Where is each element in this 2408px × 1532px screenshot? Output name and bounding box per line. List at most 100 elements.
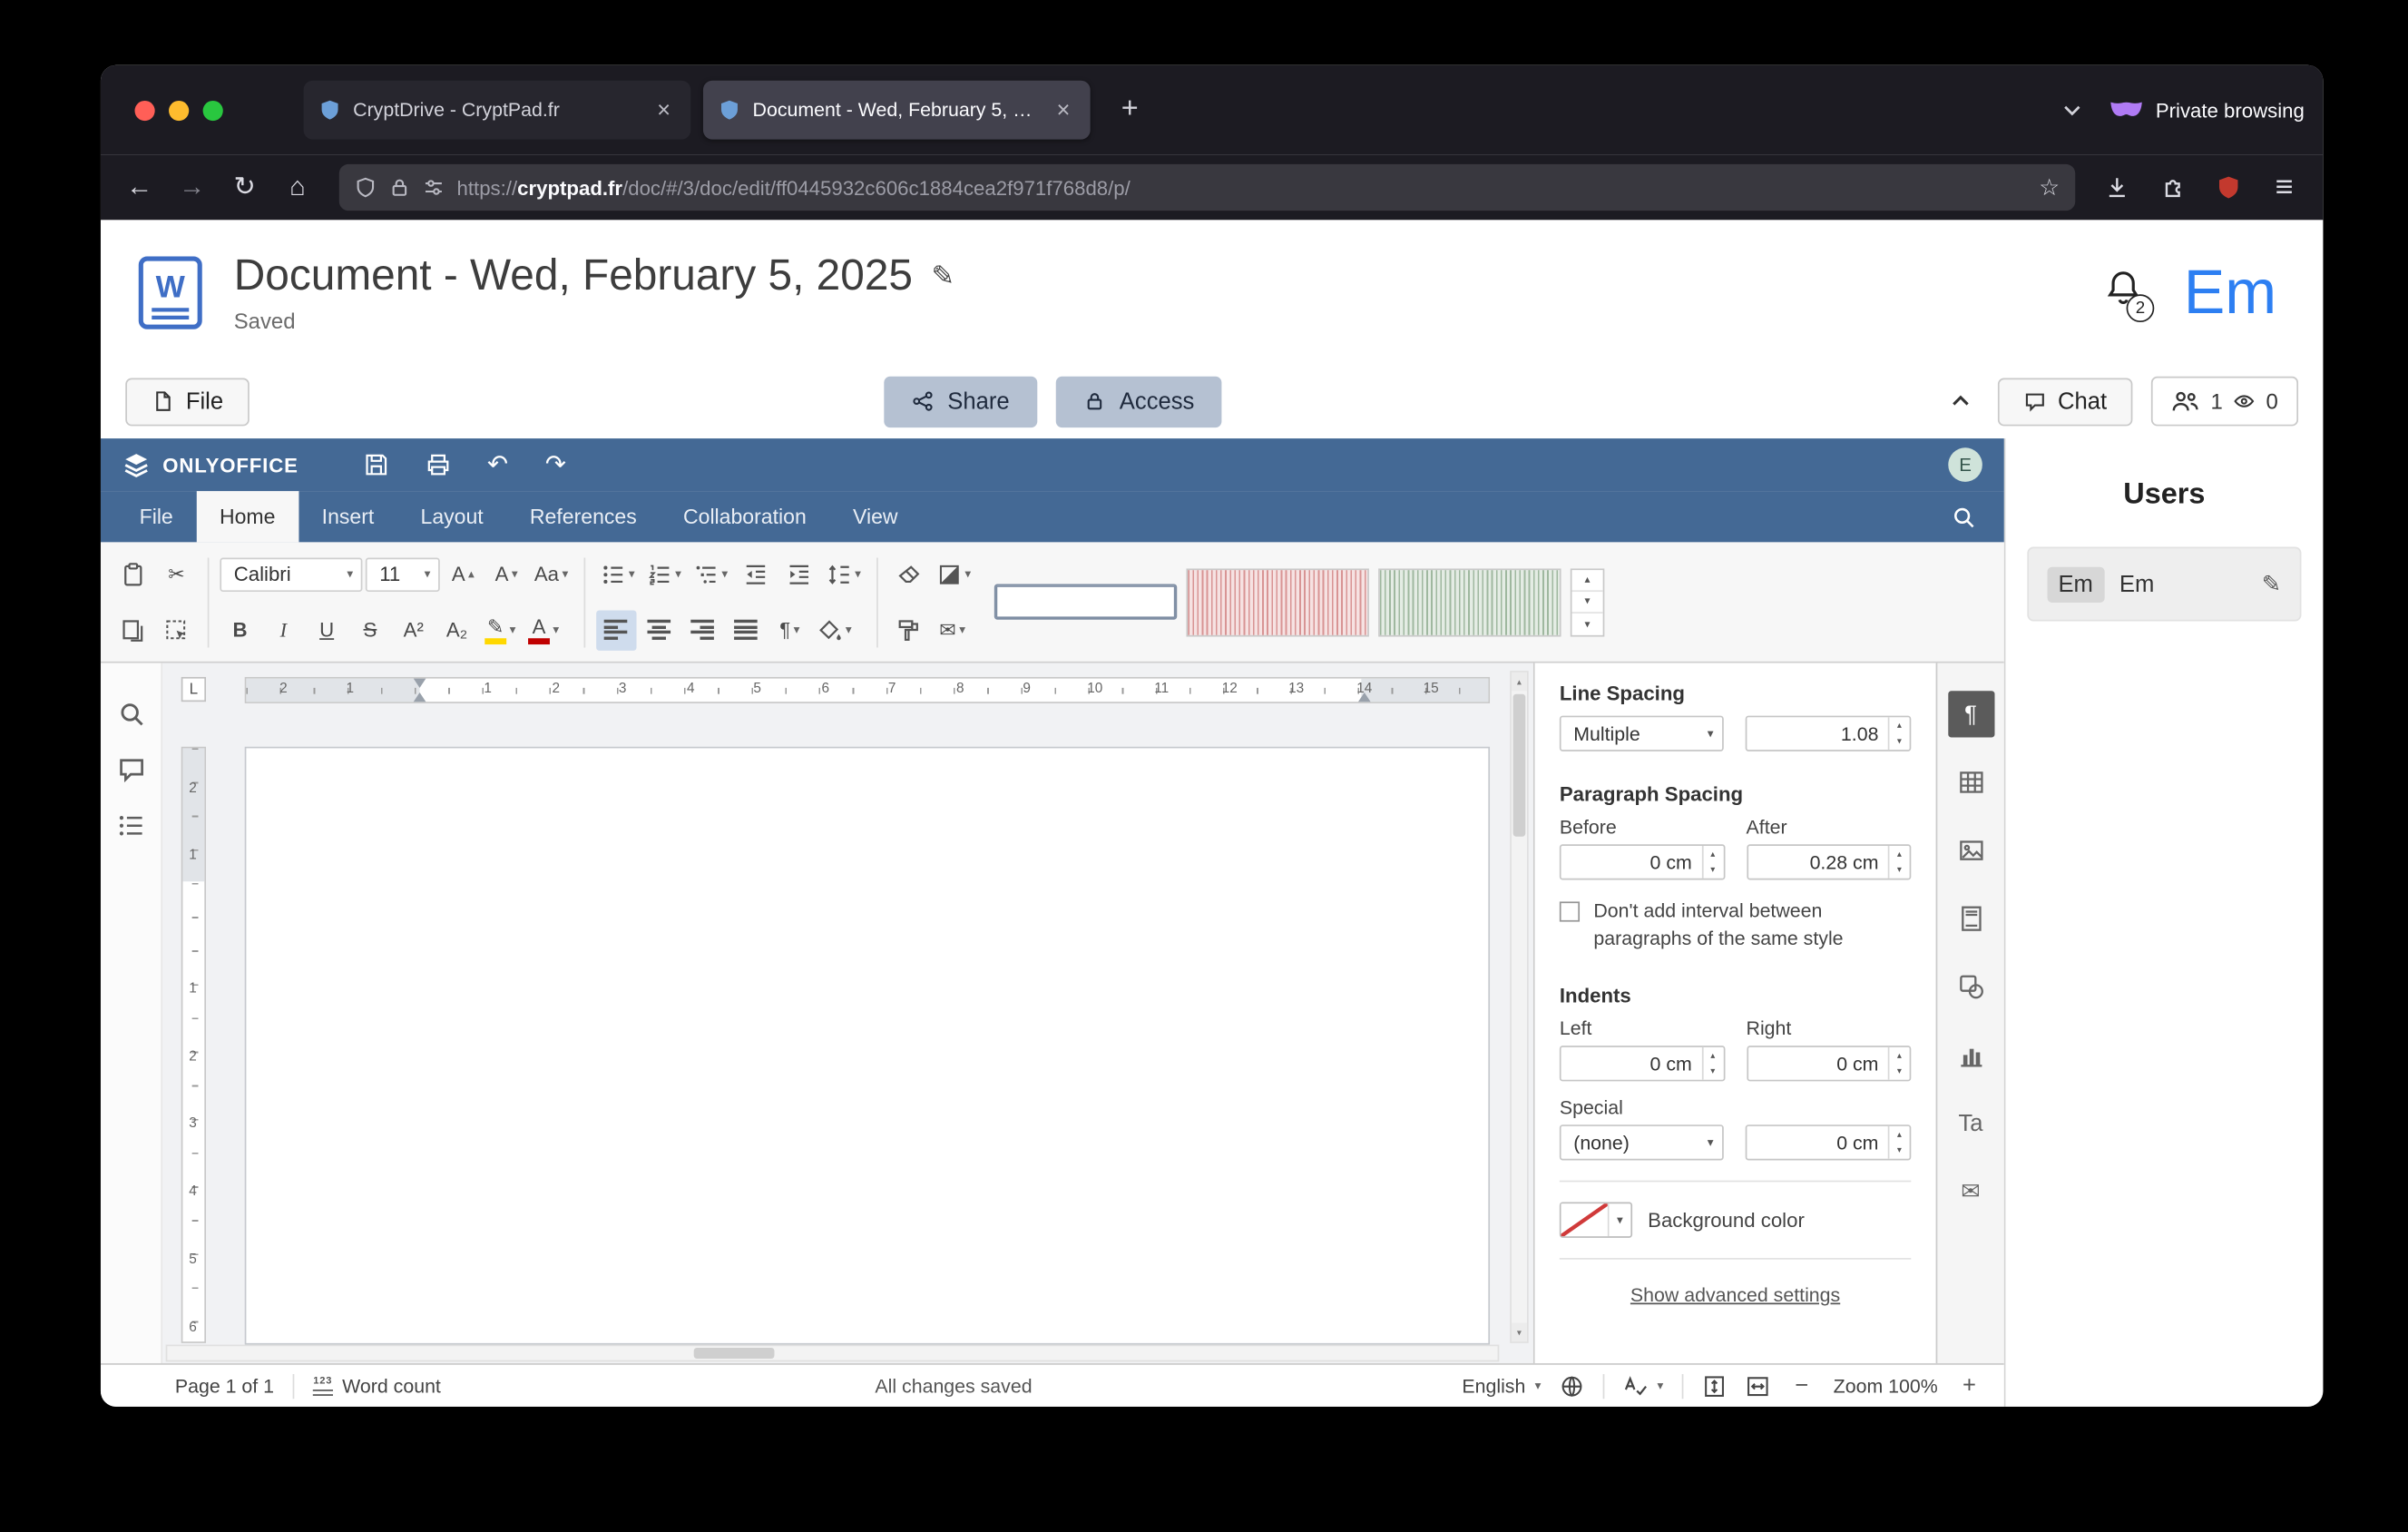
scroll-up-arrow[interactable]: ▴ [1512, 673, 1527, 691]
word-count-button[interactable]: 123 Word count [313, 1375, 441, 1397]
indent-left-spinner[interactable]: 0 cm ▴▾ [1560, 1046, 1725, 1081]
background-color-button[interactable]: ▾ [1560, 1203, 1632, 1238]
spinner-up-icon[interactable]: ▴ [1889, 1126, 1909, 1143]
right-indent-marker[interactable] [1358, 686, 1371, 702]
mail-merge-button[interactable]: ✉▾ [933, 610, 973, 650]
spacing-before-spinner[interactable]: 0 cm ▴▾ [1560, 844, 1725, 879]
list-all-tabs-chevron-icon[interactable] [2060, 98, 2084, 123]
decrease-font-button[interactable]: A▾ [486, 554, 526, 594]
menu-button[interactable]: ≡ [2261, 166, 2307, 210]
fit-page-button[interactable] [1702, 1373, 1727, 1398]
spinner-down-icon[interactable]: ▾ [1889, 1064, 1909, 1080]
text-art-settings-icon[interactable]: Ta [1947, 1100, 1993, 1146]
undo-icon[interactable]: ↶ [487, 449, 508, 480]
document-language-button[interactable] [1560, 1373, 1584, 1398]
tab-stop-selector[interactable]: L [181, 677, 206, 702]
subscript-button[interactable]: A₂ [436, 610, 476, 650]
spinner-down-icon[interactable]: ▾ [1889, 862, 1909, 879]
spinner-up-icon[interactable]: ▴ [1703, 1047, 1723, 1064]
menu-tab-view[interactable]: View [829, 491, 921, 542]
style-preview-no-spacing[interactable] [1186, 568, 1368, 636]
shape-settings-icon[interactable] [1947, 964, 1993, 1010]
line-spacing-button[interactable]: ▾ [822, 554, 866, 594]
spinner-down-icon[interactable]: ▾ [1889, 1143, 1909, 1159]
access-button[interactable]: Access [1056, 376, 1222, 427]
align-right-button[interactable] [683, 610, 723, 650]
tab-close-icon[interactable]: × [1052, 97, 1074, 123]
table-settings-icon[interactable] [1947, 759, 1993, 805]
menu-tab-layout[interactable]: Layout [397, 491, 506, 542]
decrease-indent-button[interactable] [736, 554, 776, 594]
tab-cryptdrive[interactable]: CryptDrive - CryptPad.fr × [304, 81, 691, 140]
cut-button[interactable]: ✂ [156, 554, 196, 594]
numbered-list-button[interactable]: ▾ [642, 554, 686, 594]
line-spacing-select[interactable]: Multiple ▾ [1560, 716, 1725, 751]
spinner-down-icon[interactable]: ▾ [1889, 733, 1909, 750]
collapse-toolbar-button[interactable] [1942, 383, 1979, 420]
font-color-button[interactable]: A ▾ [524, 610, 563, 650]
minimize-window-button[interactable] [169, 100, 189, 120]
spellcheck-button[interactable]: ▾ [1623, 1373, 1663, 1398]
tab-document-active[interactable]: Document - Wed, February 5, 2025 × [703, 81, 1091, 140]
underline-button[interactable]: U [307, 610, 347, 650]
zoom-out-button[interactable]: − [1789, 1372, 1816, 1399]
notifications-button[interactable]: 2 [2103, 268, 2143, 316]
home-button[interactable]: ⌂ [274, 166, 320, 210]
fit-width-button[interactable] [1746, 1373, 1770, 1398]
tab-close-icon[interactable]: × [652, 97, 675, 123]
style-preview-heading[interactable] [1378, 568, 1561, 636]
vertical-scrollbar[interactable]: ▴ ▾ [1510, 671, 1528, 1343]
strikethrough-button[interactable]: S [350, 610, 390, 650]
highlight-color-button[interactable]: ✎ ▾ [480, 610, 520, 650]
paragraph-shading-button[interactable]: ▾ [813, 610, 857, 650]
menu-tab-references[interactable]: References [506, 491, 660, 542]
spinner-up-icon[interactable]: ▴ [1889, 1047, 1909, 1064]
increase-indent-button[interactable] [779, 554, 819, 594]
bullet-list-button[interactable]: ▾ [596, 554, 640, 594]
clear-style-button[interactable] [889, 554, 929, 594]
copy-button[interactable] [113, 610, 153, 650]
spacing-after-spinner[interactable]: 0.28 cm ▴▾ [1747, 844, 1912, 879]
mail-merge-settings-icon[interactable]: ✉ [1947, 1168, 1993, 1214]
spinner-down-icon[interactable]: ▾ [1703, 862, 1723, 879]
increase-font-button[interactable]: A▴ [443, 554, 483, 594]
tracking-shield-icon[interactable] [355, 177, 377, 199]
horizontal-scroll-thumb[interactable] [694, 1348, 775, 1359]
user-avatar[interactable]: Em [2184, 261, 2286, 323]
lock-icon[interactable] [388, 177, 410, 199]
align-left-button[interactable] [596, 610, 636, 650]
ublock-extension-icon[interactable] [2206, 166, 2252, 210]
menu-tab-insert[interactable]: Insert [299, 491, 397, 542]
downloads-button[interactable] [2094, 166, 2140, 210]
paragraph-settings-icon[interactable]: ¶ [1947, 691, 1993, 737]
header-footer-settings-icon[interactable] [1947, 896, 1993, 942]
chat-button[interactable]: Chat [1997, 378, 2133, 426]
extensions-button[interactable] [2149, 166, 2196, 210]
align-center-button[interactable] [640, 610, 680, 650]
forward-button[interactable]: → [169, 166, 215, 210]
change-case-button[interactable]: Aa▾ [530, 554, 573, 594]
gallery-expand-icon[interactable]: ▾ [1572, 612, 1603, 633]
share-button[interactable]: Share [884, 376, 1037, 427]
horizontal-ruler[interactable]: 2 1 1 2 3 4 5 6 7 8 9 10 11 [245, 677, 1490, 703]
style-preview-normal[interactable] [994, 584, 1177, 620]
document-page[interactable] [245, 747, 1490, 1345]
bookmark-star-icon[interactable]: ☆ [2039, 173, 2060, 201]
scroll-down-arrow[interactable]: ▾ [1512, 1323, 1527, 1341]
navigation-button[interactable] [117, 811, 145, 840]
permissions-icon[interactable] [423, 177, 445, 199]
find-button[interactable] [117, 701, 145, 729]
line-spacing-spinner[interactable]: 1.08 ▴▾ [1747, 716, 1912, 751]
vertical-scroll-thumb[interactable] [1513, 694, 1526, 837]
superscript-button[interactable]: A² [394, 610, 434, 650]
comments-button[interactable] [117, 756, 145, 784]
rename-pencil-icon[interactable]: ✎ [931, 260, 954, 292]
styles-gallery-scroll[interactable]: ▴ ▾ ▾ [1571, 568, 1605, 636]
spinner-up-icon[interactable]: ▴ [1703, 846, 1723, 862]
menu-tab-home[interactable]: Home [196, 491, 299, 542]
font-size-combo[interactable]: 11▾ [366, 557, 440, 592]
spinner-down-icon[interactable]: ▾ [1703, 1064, 1723, 1080]
print-icon[interactable] [426, 452, 450, 476]
url-bar[interactable]: https://cryptpad.fr/doc/#/3/doc/edit/ff0… [339, 164, 2075, 211]
nonprinting-characters-button[interactable]: ¶▾ [769, 610, 809, 650]
